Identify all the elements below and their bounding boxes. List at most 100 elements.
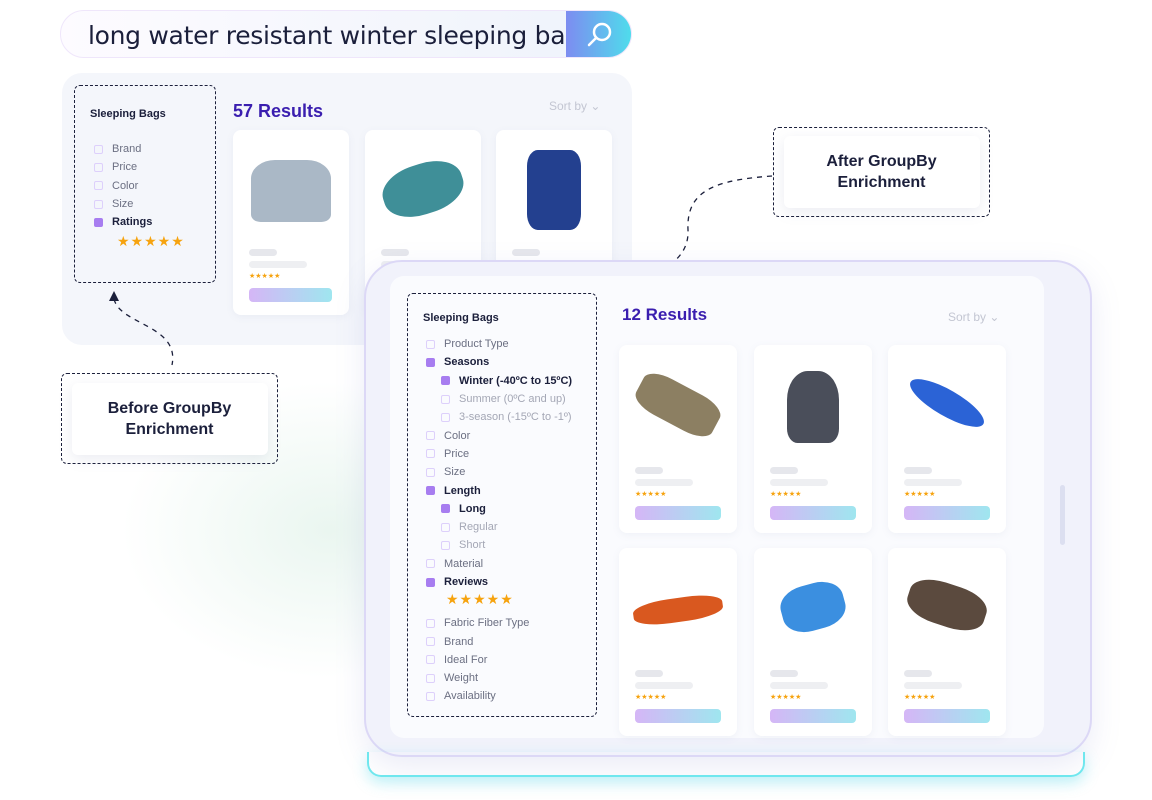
filter-option[interactable]: Fabric Fiber Type: [426, 614, 572, 632]
checkbox[interactable]: [441, 394, 450, 404]
orange-sleeping-bag-image[interactable]: [631, 591, 725, 629]
checkbox[interactable]: [426, 691, 435, 701]
before-label-text: Before GroupBy Enrichment: [71, 382, 268, 455]
filter-option[interactable]: Availability: [426, 687, 572, 705]
add-to-cart-button[interactable]: [635, 506, 721, 520]
tan-sleeping-bag-image[interactable]: [630, 367, 726, 443]
product-card[interactable]: ★★★★★: [619, 345, 737, 533]
filter-option[interactable]: Summer (0ºC and up): [426, 390, 572, 408]
before-label: Before GroupBy Enrichment: [61, 373, 278, 464]
product-title-placeholder: [770, 670, 798, 677]
checkbox[interactable]: [426, 673, 435, 683]
filter-option[interactable]: Price: [94, 158, 185, 176]
checkbox[interactable]: [426, 577, 435, 587]
filter-label: Seasons: [444, 356, 490, 369]
product-subtitle-placeholder: [635, 682, 693, 689]
search-bar[interactable]: long water resistant winter sleeping bag: [60, 10, 632, 58]
checkbox[interactable]: [441, 522, 450, 532]
filter-label: Length: [444, 484, 481, 497]
product-subtitle-placeholder: [904, 479, 962, 486]
product-card[interactable]: ★★★★★: [619, 548, 737, 736]
add-to-cart-button[interactable]: [904, 709, 990, 723]
checkbox[interactable]: [426, 618, 435, 628]
checkbox[interactable]: [441, 412, 450, 422]
filter-option[interactable]: Reviews: [426, 573, 572, 591]
sidebar-title: Sleeping Bags: [423, 312, 499, 324]
filter-option[interactable]: Ratings: [94, 213, 185, 231]
rating-stars[interactable]: ★★★★★: [426, 591, 572, 614]
scrollbar[interactable]: [1060, 485, 1065, 545]
filter-option[interactable]: Color: [94, 177, 185, 195]
sort-label: Sort by: [948, 310, 987, 324]
checkbox[interactable]: [426, 339, 435, 349]
checkbox[interactable]: [94, 144, 103, 154]
checkbox[interactable]: [426, 431, 435, 441]
product-title-placeholder: [904, 467, 932, 474]
checkbox[interactable]: [94, 199, 103, 209]
filter-option[interactable]: Color: [426, 426, 572, 444]
checkbox[interactable]: [441, 376, 450, 386]
add-to-cart-button[interactable]: [770, 506, 856, 520]
sort-dropdown[interactable]: Sort by ⌄: [948, 310, 999, 324]
product-card[interactable]: ★★★★★: [233, 130, 349, 315]
filter-option[interactable]: Size: [426, 463, 572, 481]
product-rating-stars: ★★★★★: [904, 694, 936, 701]
rating-stars[interactable]: ★★★★★: [94, 233, 185, 250]
filter-option[interactable]: Brand: [426, 632, 572, 650]
filter-option[interactable]: Regular: [426, 518, 572, 536]
checkbox[interactable]: [426, 559, 435, 569]
product-title-placeholder: [381, 249, 409, 256]
product-card[interactable]: ★★★★★: [888, 345, 1006, 533]
search-button[interactable]: [566, 11, 631, 57]
search-input[interactable]: long water resistant winter sleeping bag: [88, 21, 581, 50]
filter-label: Price: [444, 447, 470, 460]
add-to-cart-button[interactable]: [635, 709, 721, 723]
blue-backpack-image[interactable]: [527, 150, 581, 230]
product-subtitle-placeholder: [635, 479, 693, 486]
checkbox[interactable]: [426, 655, 435, 665]
checkbox[interactable]: [426, 637, 435, 647]
checkbox[interactable]: [426, 357, 435, 367]
stuff-sack-image[interactable]: [787, 371, 839, 443]
puffer-jacket-image[interactable]: [251, 160, 331, 222]
sort-dropdown[interactable]: Sort by ⌄: [549, 99, 600, 113]
blue-compression-bag-image[interactable]: [776, 576, 850, 638]
checkbox[interactable]: [441, 504, 450, 514]
filter-label: Long: [459, 502, 486, 515]
add-to-cart-button[interactable]: [770, 709, 856, 723]
filter-option[interactable]: Winter (-40ºC to 15ºC): [426, 372, 572, 390]
filter-option[interactable]: Material: [426, 555, 572, 573]
filter-option[interactable]: Brand: [94, 140, 185, 158]
add-to-cart-button[interactable]: [249, 288, 332, 302]
filter-label: Fabric Fiber Type: [444, 617, 530, 630]
filter-option[interactable]: Size: [94, 195, 185, 213]
filter-option[interactable]: 3-season (-15ºC to -1º): [426, 408, 572, 426]
product-card[interactable]: ★★★★★: [754, 548, 872, 736]
search-icon: [587, 22, 611, 47]
checkbox[interactable]: [426, 486, 435, 496]
checkbox[interactable]: [94, 217, 103, 227]
filter-label: Summer (0ºC and up): [459, 393, 566, 406]
checkbox[interactable]: [426, 467, 435, 477]
checkbox[interactable]: [426, 449, 435, 459]
chevron-down-icon: ⌄: [989, 310, 1000, 324]
teal-sleeping-bag-image[interactable]: [376, 152, 470, 226]
checkbox[interactable]: [94, 181, 103, 191]
blue-mummy-bag-image[interactable]: [904, 370, 990, 436]
filter-option[interactable]: Product Type: [426, 335, 572, 353]
checkbox[interactable]: [94, 162, 103, 172]
product-card[interactable]: ★★★★★: [754, 345, 872, 533]
filter-option[interactable]: Weight: [426, 669, 572, 687]
filter-option[interactable]: Ideal For: [426, 651, 572, 669]
filter-label: Ratings: [112, 216, 153, 229]
filter-option[interactable]: Long: [426, 500, 572, 518]
checkbox[interactable]: [441, 540, 450, 550]
add-to-cart-button[interactable]: [904, 506, 990, 520]
brown-sleeping-bag-image[interactable]: [902, 572, 992, 638]
product-card[interactable]: ★★★★★: [888, 548, 1006, 736]
filter-option[interactable]: Price: [426, 445, 572, 463]
filter-option[interactable]: Short: [426, 536, 572, 554]
filter-option[interactable]: Seasons: [426, 353, 572, 371]
filter-option[interactable]: Length: [426, 481, 572, 499]
filter-label: Ideal For: [444, 653, 488, 666]
